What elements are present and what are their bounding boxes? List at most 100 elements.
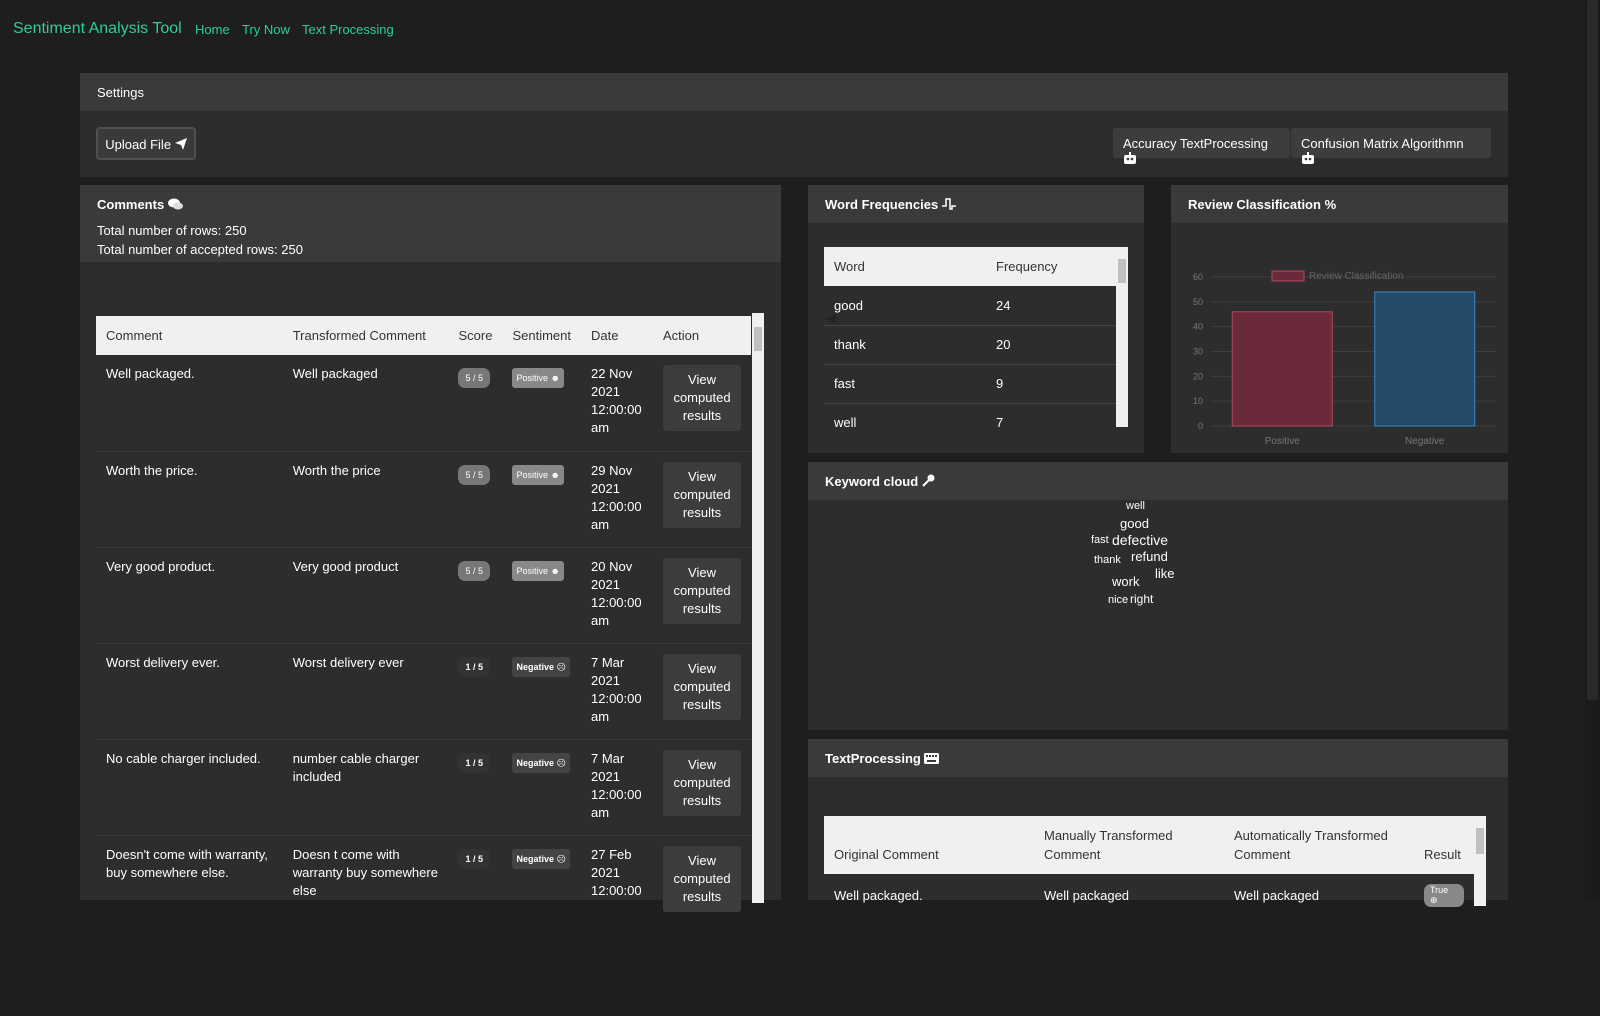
sentiment-label: Negative (516, 853, 554, 864)
cloud-word: refund (1131, 549, 1168, 564)
upload-file-button[interactable]: Upload File (96, 127, 196, 160)
x-tick-label: Positive (1265, 436, 1300, 447)
column-header[interactable]: Original Comment (824, 816, 1034, 874)
column-header[interactable]: Transformed Comment (283, 316, 449, 355)
comments-stats: Total number of rows: 250 Total number o… (97, 221, 303, 259)
table-row: No cable charger included. number cable … (96, 739, 751, 836)
column-header[interactable]: Sentiment (502, 316, 581, 355)
column-header[interactable]: Word (824, 247, 986, 286)
sentiment-cell: Negative ☹ (502, 739, 581, 836)
transformed-cell: Doesn t come with warranty buy somewhere… (282, 835, 449, 916)
chevron-left-icon[interactable]: ◀ (826, 311, 835, 325)
y-tick-label: 30 (1193, 347, 1203, 357)
comment-cell: Worth the price. (96, 451, 283, 548)
brand-link[interactable]: Sentiment Analysis Tool (13, 20, 182, 38)
view-computed-results-button[interactable]: View computed results (663, 653, 741, 720)
upload-file-label: Upload File (105, 137, 172, 152)
text-processing-table-container: Original Comment Manually Transformed Co… (824, 816, 1484, 1016)
sentiment-badge: Negative ☹ (512, 752, 570, 773)
word-cell: thank (824, 325, 986, 365)
text-processing-table-header: Original Comment Manually Transformed Co… (824, 816, 1474, 874)
text-processing-card: TextProcessing Original Comment Manually… (808, 739, 1508, 907)
sentiment-cell: Positive ☻ (502, 355, 581, 452)
comment-cell: Worst delivery ever. (96, 643, 283, 740)
robot-icon (1302, 152, 1314, 164)
action-cell: View computed results (653, 547, 751, 644)
score-badge: 5 / 5 (458, 464, 490, 485)
plus-circle-icon: ⊕ (1430, 895, 1438, 905)
x-tick-label: Negative (1405, 436, 1445, 447)
y-tick-label: 50 (1193, 297, 1203, 307)
review-classification-card: Review Classification % 0 10 20 30 40 50 60 Rev… (1171, 185, 1508, 453)
table-row: Doesn't come with warranty, buy somewher… (96, 835, 751, 916)
date-cell: 7 Mar 2021 12:00:00 am (581, 643, 653, 740)
nav-link-home[interactable]: Home (195, 22, 230, 37)
smile-icon: ☻ (550, 469, 560, 480)
sentiment-label: Positive (516, 373, 548, 383)
table-row: Worth the price. Worth the price 5 / 5 P… (96, 451, 751, 548)
date-cell: 29 Nov 2021 12:00:00 am (581, 451, 653, 548)
nav-link-try-now[interactable]: Try Now (242, 22, 290, 37)
word-frequencies-scrollbar-thumb[interactable] (1118, 259, 1126, 283)
score-cell: 5 / 5 (448, 451, 503, 548)
cloud-word: defective (1112, 532, 1169, 548)
view-computed-results-button[interactable]: View computed results (663, 557, 741, 624)
settings-header: Settings (80, 73, 1508, 111)
comments-icon (167, 198, 183, 210)
column-header[interactable]: Automatically Transformed Comment (1224, 816, 1414, 874)
comments-table: Comment Transformed Comment Score Sentim… (96, 316, 751, 916)
transformed-cell: Worth the price (282, 451, 449, 548)
accuracy-textprocessing-button[interactable]: Accuracy TextProcessing (1113, 128, 1290, 164)
result-badge: True ⊕ (1424, 884, 1464, 907)
column-header[interactable]: Result (1414, 816, 1474, 874)
transformed-cell: Well packaged (282, 355, 449, 452)
view-computed-results-button[interactable]: View computed results (663, 365, 741, 431)
bar (1374, 291, 1476, 427)
column-header[interactable]: Score (448, 316, 502, 355)
text-processing-scrollbar[interactable] (1474, 816, 1486, 906)
y-tick-label: 0 (1198, 421, 1203, 431)
column-header[interactable]: Date (581, 316, 653, 355)
page-scrollbar-thumb[interactable] (1587, 0, 1598, 700)
comments-title-text: Comments (97, 197, 165, 212)
table-row: Worst delivery ever. Worst delivery ever… (96, 643, 751, 740)
comment-cell: Very good product. (96, 547, 283, 644)
legend-label: Review Classification (1309, 271, 1403, 282)
table-row: good 24 (824, 286, 1116, 326)
view-computed-results-button[interactable]: View computed results (663, 461, 741, 528)
nav-link-text-processing[interactable]: Text Processing (302, 22, 394, 37)
column-header[interactable]: Manually Transformed Comment (1034, 816, 1224, 874)
confusion-matrix-button[interactable]: Confusion Matrix Algorithmn (1291, 128, 1491, 164)
cloud-word: thank (1094, 554, 1121, 566)
transformed-cell: number cable charger included (282, 739, 449, 836)
column-header[interactable]: Frequency (986, 247, 1116, 286)
word-frequencies-title-text: Word Frequencies (825, 197, 939, 212)
view-computed-results-button[interactable]: View computed results (663, 845, 741, 912)
table-row: fast 9 (824, 364, 1116, 404)
sentiment-badge: Negative ☹ (512, 656, 570, 677)
sentiment-badge: Positive ☻ (512, 368, 564, 388)
score-cell: 1 / 5 (448, 739, 503, 836)
word-frequencies-table-container: Word Frequency good 24 thank 20 fast 9 well… (824, 247, 1116, 427)
cloud-word: well (1126, 500, 1145, 512)
keyword-cloud-header: Keyword cloud (808, 462, 1508, 500)
word-frequencies-scrollbar[interactable] (1116, 247, 1128, 427)
y-tick-label: 60 (1193, 272, 1203, 282)
text-processing-table: Original Comment Manually Transformed Co… (824, 816, 1474, 917)
date-cell: 27 Feb 2021 12:00:00 (581, 835, 653, 916)
comments-header: Comments Total number of rows: 250 Total… (80, 185, 781, 262)
paper-plane-icon (174, 138, 187, 150)
score-cell: 1 / 5 (448, 835, 503, 916)
comments-scrollbar[interactable] (752, 313, 764, 903)
sentiment-cell: Positive ☻ (502, 547, 581, 644)
text-processing-scrollbar-thumb[interactable] (1476, 828, 1484, 854)
accepted-rows-text: Total number of accepted rows: 250 (97, 242, 303, 257)
sentiment-badge: Negative ☹ (512, 848, 570, 869)
view-computed-results-button[interactable]: View computed results (663, 749, 741, 816)
comments-scrollbar-thumb[interactable] (754, 327, 762, 351)
page-scrollbar[interactable] (1585, 0, 1600, 900)
frequency-cell: 20 (986, 325, 1116, 365)
column-header[interactable]: Action (653, 316, 751, 355)
column-header[interactable]: Comment (96, 316, 283, 355)
word-cell: good (824, 286, 986, 326)
